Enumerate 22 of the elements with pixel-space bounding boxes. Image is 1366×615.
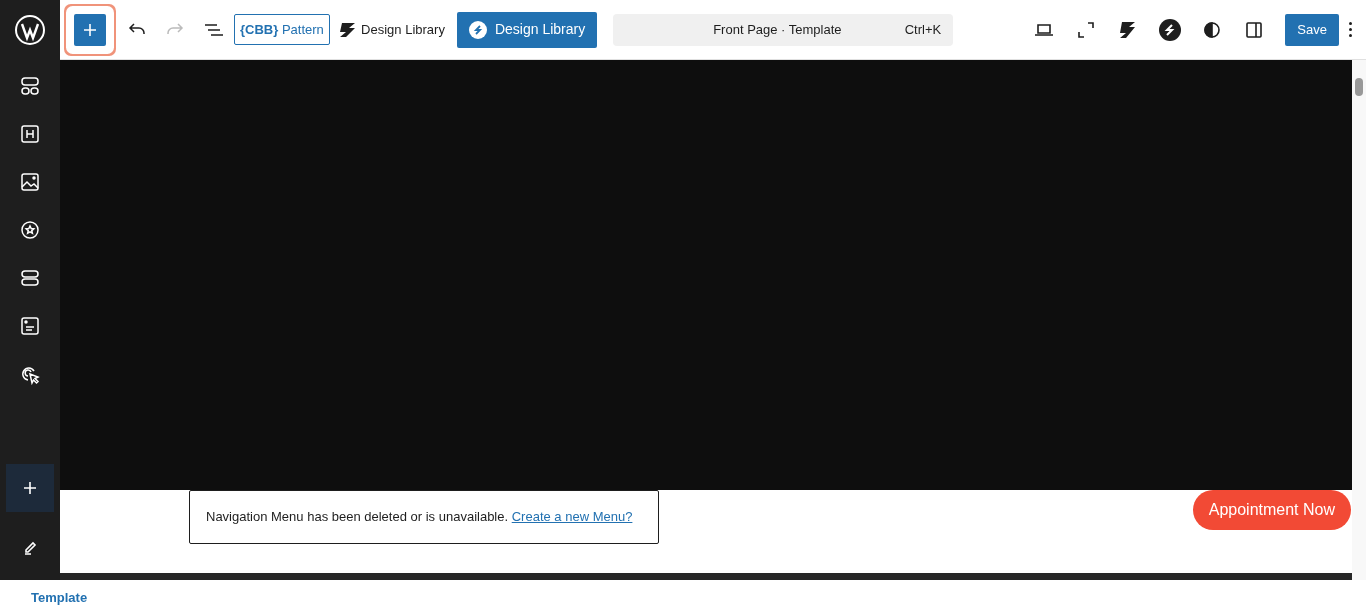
scrollbar[interactable] (1352, 60, 1366, 580)
plus-icon (83, 22, 97, 37)
heading-icon[interactable] (19, 123, 41, 145)
breadcrumb-link[interactable]: Template (31, 587, 88, 608)
save-button[interactable]: Save (1285, 13, 1339, 46)
create-menu-link[interactable]: Create a new Menu? (511, 509, 633, 524)
design-library-button[interactable]: Design Library (456, 11, 598, 48)
text-card-icon[interactable] (19, 315, 41, 337)
design-library-link[interactable]: Design Library (337, 19, 445, 40)
image-icon[interactable] (19, 171, 41, 193)
stacked-s-icon (337, 20, 358, 39)
stacked-bars-icon[interactable] (19, 267, 41, 289)
star-circle-icon[interactable] (19, 219, 41, 241)
more-options-icon (1349, 22, 1352, 37)
layout-grid-icon[interactable] (19, 75, 41, 97)
pattern-button[interactable]: {CBB} Pattern (234, 13, 330, 46)
wordpress-logo-icon[interactable] (14, 14, 46, 46)
appointment-button[interactable]: Appointment Now (1192, 490, 1351, 530)
navigation-notice: Navigation Menu has been deleted or is unavailable. Create a new Menu? (189, 490, 659, 544)
s-circle-icon (468, 20, 487, 39)
command-bar[interactable]: Front Page · Template Ctrl+K (613, 13, 954, 46)
s-circle-icon (1159, 18, 1182, 41)
